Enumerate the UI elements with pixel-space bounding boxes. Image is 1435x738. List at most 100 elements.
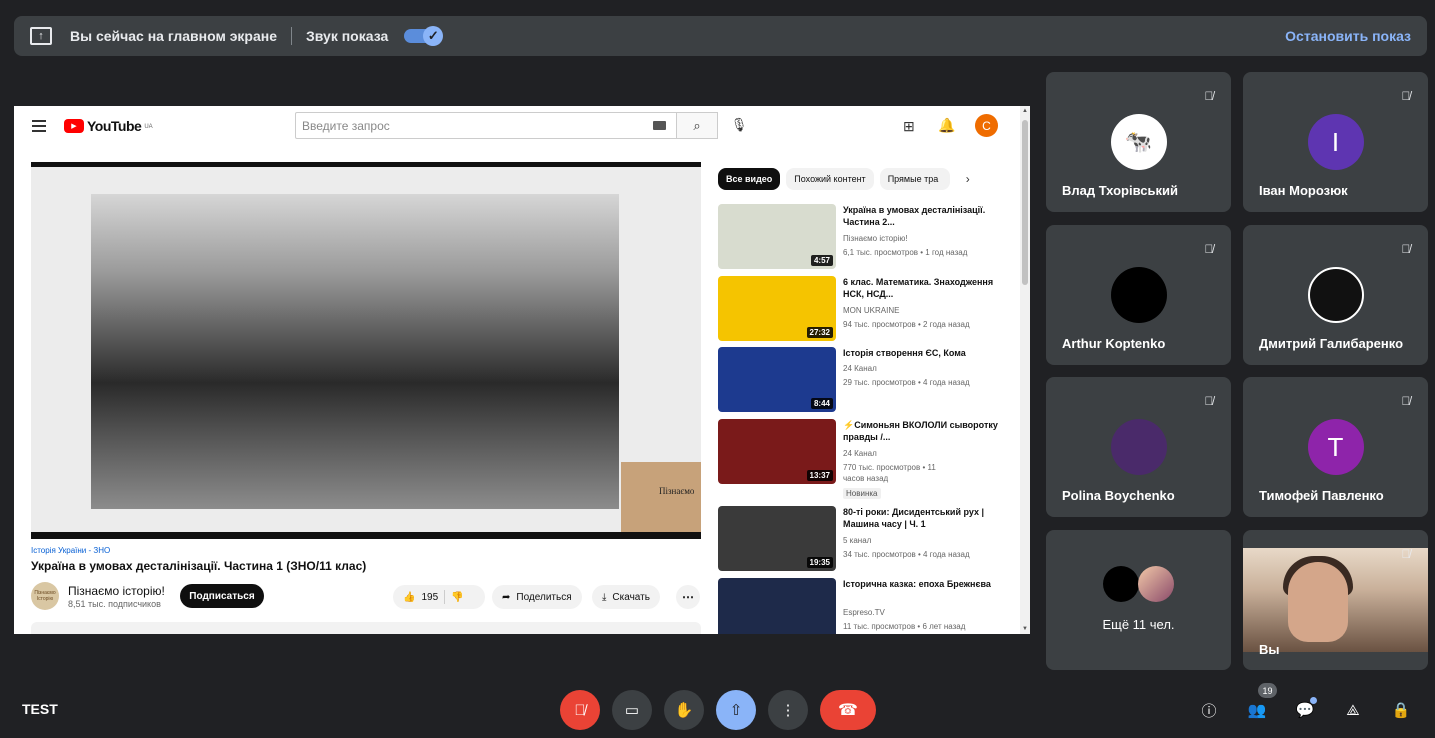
mic-off-button[interactable]: 🎙̸ <box>560 690 600 730</box>
participant-tile[interactable]: 🎙̸ Дмитрий Галибаренко <box>1243 225 1428 365</box>
mic-off-icon: 🎙̸ <box>1401 242 1411 256</box>
participant-tile[interactable]: 🎙̸ Polina Boychenko <box>1046 377 1231 517</box>
recommendation-item[interactable]: 8:44 Історія створення ЄС, Кома 24 Канал… <box>718 347 1018 415</box>
download-label: Скачать <box>612 591 650 603</box>
create-video-icon[interactable]: ⊞ <box>903 118 915 135</box>
present-screen-icon: ↑ <box>30 27 52 45</box>
participant-name: Polina Boychenko <box>1062 488 1175 503</box>
share-label: Поделиться <box>516 591 572 603</box>
recommendation-channel: MON UKRAINE <box>843 306 900 315</box>
more-participants-tile[interactable]: Ещё 11 чел. <box>1046 530 1231 670</box>
video-category-link[interactable]: Історія України - ЗНО <box>31 546 110 555</box>
raise-hand-button[interactable]: ✋ <box>664 690 704 730</box>
host-controls-icon[interactable]: 🔒 <box>1389 698 1413 722</box>
subscribe-button[interactable]: Подписаться <box>180 584 264 608</box>
watermark-text: Пізнаємо <box>659 486 695 496</box>
people-icon[interactable]: 👥 <box>1245 698 1269 722</box>
self-label: Вы <box>1259 642 1280 657</box>
recommendation-item[interactable]: 27:32 6 клас. Математика. Знаходження НС… <box>718 276 1018 344</box>
video-title: Україна в умовах десталінізації. Частина… <box>31 559 367 573</box>
recommendation-channel: Пізнаємо історію! <box>843 234 908 243</box>
youtube-account-avatar[interactable]: C <box>975 114 998 137</box>
avatar <box>1307 267 1364 323</box>
participant-tile[interactable]: 🎙̸ 🐄 Влад Тхорівський <box>1046 72 1231 212</box>
thumbs-up-icon[interactable]: 👍 <box>403 592 415 603</box>
participant-name: Влад Тхорівський <box>1062 183 1178 198</box>
meeting-name: TEST <box>22 701 58 717</box>
more-options-button[interactable]: ⋮ <box>768 690 808 730</box>
recommendation-item[interactable]: 19:35 80-ті роки: Дисидентський рух | Ма… <box>718 506 1018 574</box>
channel-avatar[interactable]: Пізнаємо Історію <box>31 582 59 610</box>
video-thumbnail: 4:57 <box>718 204 836 269</box>
present-screen-icon: ⇧ <box>729 702 743 719</box>
recommendation-title: Україна в умовах десталінізації. Частина… <box>843 205 986 227</box>
page-scrollbar[interactable]: ▲ ▼ <box>1020 106 1030 634</box>
meeting-info-icon[interactable]: ⓘ <box>1197 698 1221 722</box>
presentation-audio-toggle[interactable]: ✓ <box>404 26 444 46</box>
duration-badge: 19:35 <box>806 557 833 568</box>
self-view-tile[interactable]: 🎙̸ Вы <box>1243 530 1428 670</box>
duration-badge: 27:32 <box>806 327 833 338</box>
description-box[interactable] <box>31 622 701 634</box>
divider <box>444 590 446 604</box>
stop-presenting-button[interactable]: Остановить показ <box>1285 28 1411 44</box>
scroll-thumb[interactable] <box>1022 120 1028 285</box>
avatar: T <box>1307 419 1364 475</box>
participant-tile[interactable]: 🎙̸ T Тимофей Павленко <box>1243 377 1428 517</box>
chip-live[interactable]: Прямые тра <box>879 168 950 190</box>
hand-icon: ✋ <box>674 702 694 719</box>
youtube-search-input[interactable]: Введите запрос <box>295 112 677 139</box>
mic-icon[interactable]: 🎙 <box>729 115 749 135</box>
avatar <box>1103 566 1139 602</box>
recommendation-meta: 6,1 тыс. просмотров • 1 год назад <box>843 248 968 257</box>
camera-button[interactable]: ▭ <box>612 690 652 730</box>
presentation-audio-label: Звук показа <box>306 28 389 44</box>
shared-screen: ▶ YouTube UA Введите запрос ⌕ 🎙 ⊞ 🔔 C ▲ … <box>14 106 1030 634</box>
search-icon[interactable]: ⌕ <box>676 112 718 139</box>
keyboard-icon[interactable] <box>653 121 666 130</box>
self-video <box>1243 548 1428 652</box>
video-player[interactable]: Пізнаємо <box>31 162 701 539</box>
mic-off-icon: 🎙̸ <box>1401 394 1411 408</box>
chevron-right-icon[interactable]: › <box>966 172 970 186</box>
recommendation-item[interactable]: 4:57 Україна в умовах десталінізації. Ча… <box>718 204 1018 272</box>
more-actions-icon[interactable]: ⋯ <box>676 585 700 609</box>
more-vertical-icon: ⋮ <box>780 702 796 719</box>
mic-off-icon: 🎙̸ <box>574 701 586 719</box>
video-frame: Пізнаємо <box>31 167 701 532</box>
recommendation-item[interactable]: 13:37 ⚡Симоньян ВКОЛОЛИ сыворотку правды… <box>718 419 1018 503</box>
bell-icon[interactable]: 🔔 <box>938 117 955 134</box>
thumbs-down-icon[interactable]: 👎 <box>451 592 463 603</box>
download-button[interactable]: ⤓ Скачать <box>592 585 660 609</box>
present-button[interactable]: ⇧ <box>716 690 756 730</box>
scroll-up-icon[interactable]: ▲ <box>1022 108 1028 114</box>
duration-badge: 8:44 <box>810 398 833 409</box>
recommendation-title: ⚡Симоньян ВКОЛОЛИ сыворотку правды /... <box>843 420 998 442</box>
channel-subscribers: 8,51 тыс. подписчиков <box>68 599 161 609</box>
recommendation-meta: 770 тыс. просмотров • 11 часов назад <box>843 463 936 483</box>
recommendation-channel: 24 Канал <box>843 449 877 458</box>
channel-name[interactable]: Пізнаємо історію! <box>68 584 165 598</box>
new-badge: Новинка <box>843 488 881 499</box>
video-thumbnail: 13:37 <box>718 419 836 484</box>
phone-hangup-icon: ☎ <box>838 702 858 719</box>
activities-icon[interactable]: ⟁ <box>1341 698 1365 722</box>
chip-related[interactable]: Похожий контент <box>786 168 874 190</box>
video-thumbnail <box>718 578 836 634</box>
recommendation-item[interactable]: Історична казка: епоха Брежнєва Espreso.… <box>718 578 1018 634</box>
youtube-logo[interactable]: ▶ YouTube UA <box>64 118 153 134</box>
scroll-down-icon[interactable]: ▼ <box>1022 626 1028 632</box>
avatar <box>1110 267 1167 323</box>
chip-all-videos[interactable]: Все видео <box>718 168 781 190</box>
end-call-button[interactable]: ☎ <box>820 690 876 730</box>
share-button[interactable]: ➦ Поделиться <box>492 585 582 609</box>
chat-notification-dot <box>1310 697 1317 704</box>
participant-tile[interactable]: 🎙̸ I Іван Морозюк <box>1243 72 1428 212</box>
duration-badge: 4:57 <box>810 255 833 266</box>
recommendation-title: Історія створення ЄС, Кома <box>843 348 966 358</box>
like-count[interactable]: 195 <box>421 592 438 603</box>
menu-icon[interactable] <box>32 120 46 132</box>
participant-name: Іван Морозюк <box>1259 183 1348 198</box>
mic-off-icon: 🎙̸ <box>1204 89 1214 103</box>
participant-tile[interactable]: 🎙̸ Arthur Koptenko <box>1046 225 1231 365</box>
